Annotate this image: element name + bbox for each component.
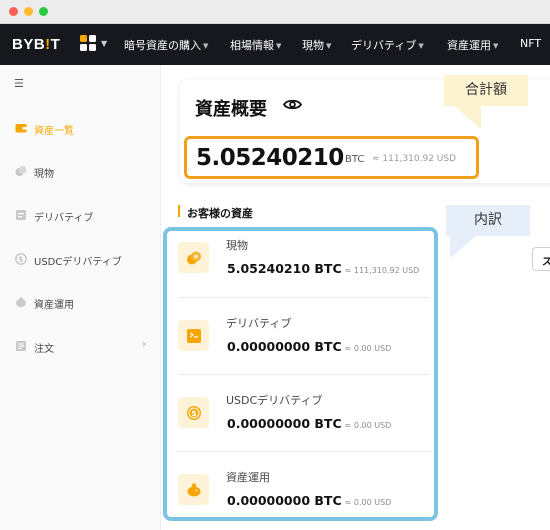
callout-breakdown-label: 内訳: [446, 205, 530, 236]
svg-text:$: $: [19, 256, 23, 264]
section-action-button[interactable]: ス: [532, 247, 550, 271]
breakdown-highlight-frame: [163, 227, 438, 521]
top-navigation: BYB!T ▼ 暗号資産の購入 ▼ 相場情報 ▼ 現物 ▼ デリバティブ ▼ 資産運用 ▼…: [0, 24, 550, 65]
sidebar-item-earn[interactable]: 資産運用: [0, 289, 160, 317]
callout-total-pointer: [453, 105, 481, 129]
sidebar-item-label: 資産一覧: [34, 126, 74, 137]
nav-spot[interactable]: 現物 ▼: [302, 37, 331, 53]
window-titlebar: [0, 0, 550, 24]
collapse-menu-icon[interactable]: ☰: [14, 77, 24, 90]
caret-down-icon: ▼: [101, 39, 108, 48]
piggy-bank-icon: [16, 297, 26, 307]
sidebar-item-label: 注文: [34, 344, 54, 355]
window-maximize-button[interactable]: [39, 7, 48, 16]
sidebar-item-derivatives[interactable]: デリバティブ: [0, 202, 160, 230]
chart-icon: [16, 210, 26, 220]
section-title: お客様の資産: [187, 207, 253, 220]
nav-derivatives[interactable]: デリバティブ ▼: [351, 37, 424, 53]
sidebar-item-label: デリバティブ: [34, 213, 94, 224]
sidebar-item-orders[interactable]: 注文 ›: [0, 333, 160, 361]
sidebar-item-label: 現物: [34, 169, 54, 180]
page-title: 資産概要: [195, 99, 267, 120]
sidebar-item-label: 資産運用: [34, 300, 74, 311]
sidebar-item-spot[interactable]: 現物: [0, 158, 160, 186]
sidebar-item-asset-overview[interactable]: 資産一覧: [0, 115, 160, 143]
order-icon: [16, 341, 26, 351]
nav-nft[interactable]: NFT: [520, 37, 541, 50]
section-accent-bar: [178, 205, 180, 217]
callout-breakdown-pointer: [450, 236, 476, 258]
sidebar-item-usdc-derivatives[interactable]: $ USDCデリバティブ: [0, 246, 160, 274]
sidebar: ☰ 資産一覧 現物 デリバティブ $ USDCデリバティブ 資産運用 注文 ›: [0, 65, 161, 530]
coins-icon: [15, 166, 27, 176]
bybit-logo[interactable]: BYB!T: [12, 36, 60, 53]
nav-buy-crypto[interactable]: 暗号資産の購入 ▼: [124, 37, 208, 53]
wallet-icon: [15, 124, 27, 133]
total-highlight-frame: [184, 136, 479, 179]
window-close-button[interactable]: [9, 7, 18, 16]
callout-total-label: 合計額: [444, 75, 528, 106]
window-minimize-button[interactable]: [24, 7, 33, 16]
nav-markets[interactable]: 相場情報 ▼: [230, 37, 281, 53]
apps-grid-icon[interactable]: [80, 35, 98, 53]
nav-earn[interactable]: 資産運用 ▼: [447, 37, 498, 53]
sidebar-item-label: USDCデリバティブ: [34, 257, 122, 268]
chevron-right-icon: ›: [142, 339, 146, 350]
usdc-icon: $: [15, 253, 27, 265]
eye-icon[interactable]: [283, 98, 302, 111]
